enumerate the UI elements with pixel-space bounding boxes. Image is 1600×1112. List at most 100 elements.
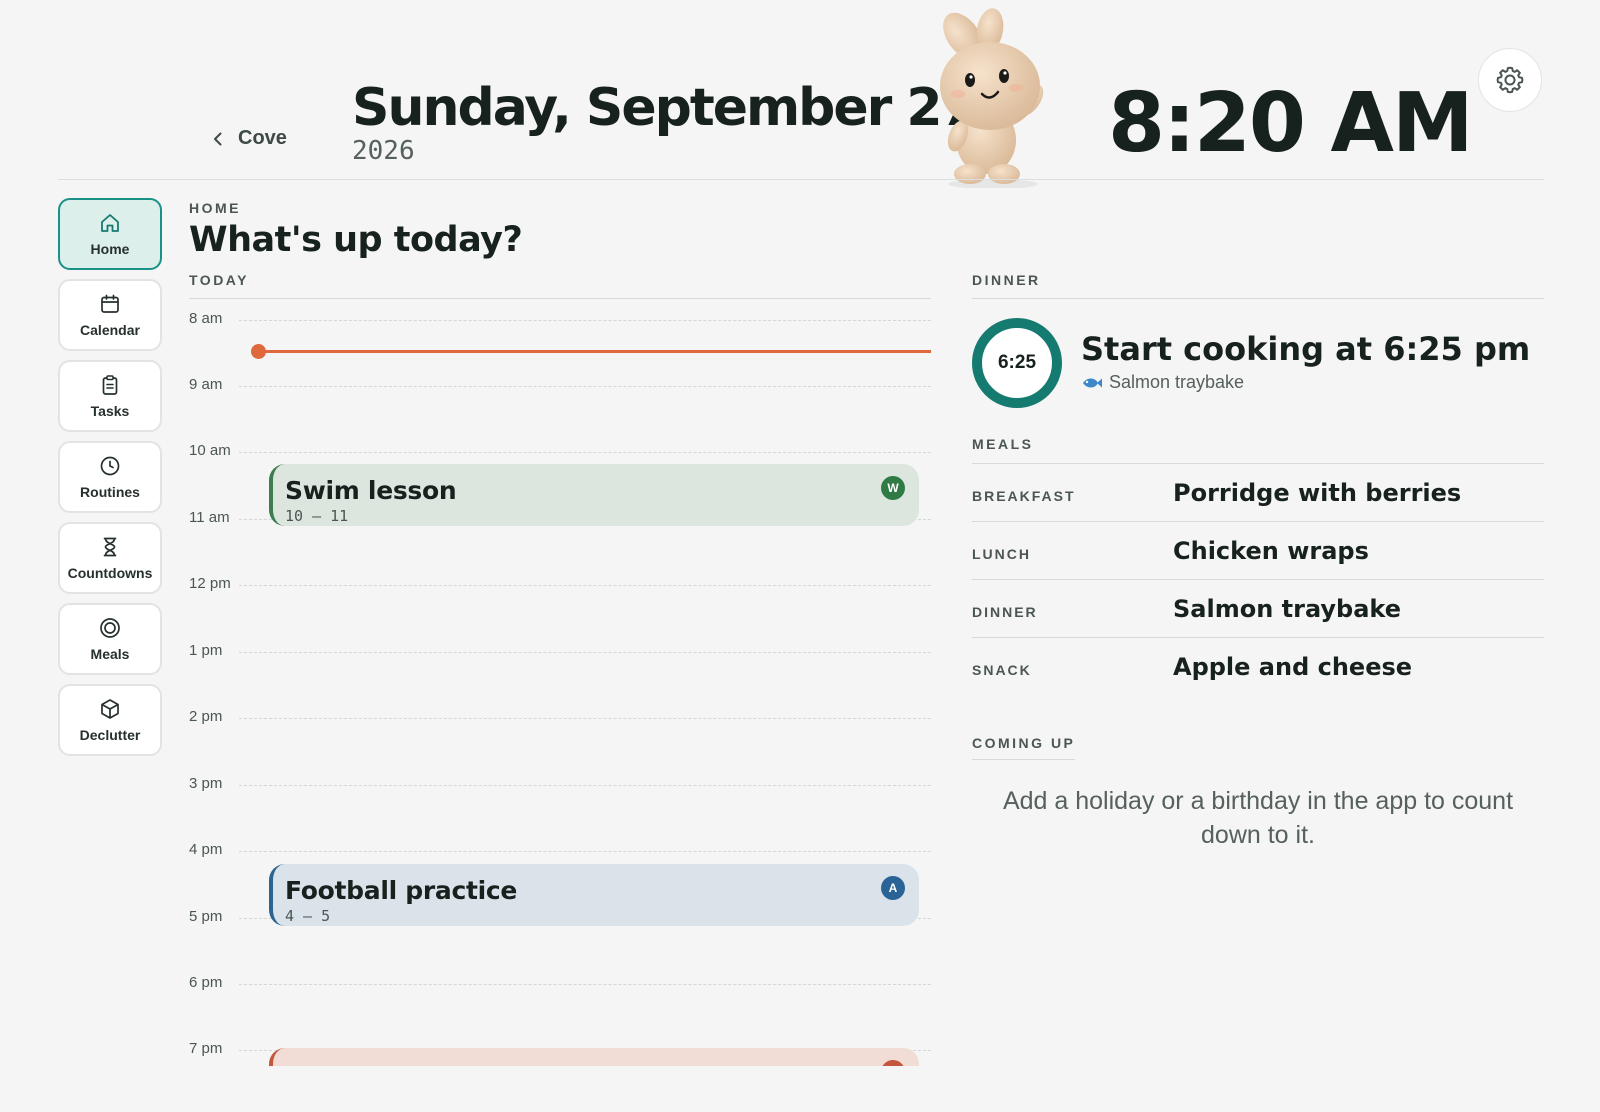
current-time-dot bbox=[251, 344, 266, 359]
hour-gridline bbox=[239, 652, 931, 653]
event-title: Swim lesson bbox=[285, 476, 457, 505]
sidebar-item-countdowns[interactable]: Countdowns bbox=[58, 522, 162, 594]
box-icon bbox=[101, 699, 119, 719]
event-time: 4 – 5 bbox=[285, 907, 331, 925]
calendar-event-partial[interactable] bbox=[269, 1048, 919, 1066]
settings-button[interactable] bbox=[1478, 48, 1542, 112]
sidebar-item-calendar[interactable]: Calendar bbox=[58, 279, 162, 351]
clock-icon bbox=[100, 456, 120, 476]
sidebar-item-label: Tasks bbox=[90, 403, 130, 419]
bunny-mascot-illustration bbox=[940, 8, 1044, 188]
date-year: 2026 bbox=[352, 136, 415, 166]
dinner-label: DINNER bbox=[972, 272, 1041, 288]
hour-label: 9 am bbox=[189, 376, 223, 393]
back-label: Cove bbox=[238, 127, 287, 149]
hour-row: 10 am bbox=[189, 442, 931, 462]
today-label: TODAY bbox=[189, 272, 249, 288]
day-timeline[interactable]: 8 am 9 am 10 am 11 am 12 pm 1 pm 2 pm 3 … bbox=[189, 310, 931, 1066]
meals-list: BREAKFAST Porridge with berries LUNCH Ch… bbox=[972, 464, 1544, 696]
home-icon bbox=[101, 214, 119, 232]
hour-label: 1 pm bbox=[189, 642, 223, 659]
meal-type: SNACK bbox=[972, 662, 1032, 678]
calendar-icon bbox=[101, 294, 119, 313]
hour-label: 12 pm bbox=[189, 575, 231, 592]
hour-label: 11 am bbox=[189, 509, 230, 526]
sidebar-item-tasks[interactable]: Tasks bbox=[58, 360, 162, 432]
member-badge: A bbox=[881, 876, 905, 900]
sidebar-nav: Home Calendar Tasks Routines Countdowns … bbox=[58, 198, 162, 756]
hour-gridline bbox=[239, 785, 931, 786]
hour-label: 6 pm bbox=[189, 974, 223, 991]
hour-gridline bbox=[239, 320, 931, 321]
hour-label: 5 pm bbox=[189, 908, 223, 925]
gear-icon bbox=[1496, 66, 1524, 94]
dinner-dish-name: Salmon traybake bbox=[1109, 372, 1245, 392]
hour-label: 2 pm bbox=[189, 708, 223, 725]
meal-type: BREAKFAST bbox=[972, 487, 1076, 504]
meal-row[interactable]: DINNER Salmon traybake bbox=[972, 580, 1544, 638]
hour-gridline bbox=[239, 585, 931, 586]
meal-row[interactable]: SNACK Apple and cheese bbox=[972, 638, 1544, 696]
meal-name: Porridge with berries bbox=[1173, 478, 1462, 507]
member-badge bbox=[881, 1060, 905, 1066]
hour-row: 1 pm bbox=[189, 642, 931, 662]
hour-row: 8 am bbox=[189, 310, 931, 330]
hour-gridline bbox=[239, 984, 931, 985]
fish-icon bbox=[1083, 378, 1102, 387]
coming-up-label: COMING UP bbox=[972, 735, 1076, 760]
meal-name: Salmon traybake bbox=[1173, 594, 1402, 623]
hour-row: 9 am bbox=[189, 376, 931, 396]
hour-label: 4 pm bbox=[189, 841, 223, 858]
page-title: What's up today? bbox=[189, 220, 523, 260]
hour-gridline bbox=[239, 851, 931, 852]
meal-type: LUNCH bbox=[972, 545, 1031, 562]
hour-gridline bbox=[239, 718, 931, 719]
sidebar-item-meals[interactable]: Meals bbox=[58, 603, 162, 675]
sidebar-item-label: Routines bbox=[80, 484, 140, 500]
dinner-divider bbox=[972, 298, 1544, 299]
chevron-left-icon bbox=[214, 132, 222, 145]
hour-gridline bbox=[239, 386, 931, 387]
sidebar-item-home[interactable]: Home bbox=[58, 198, 162, 270]
coming-up-empty-message: Add a holiday or a birthday in the app t… bbox=[1002, 787, 1514, 849]
sidebar-item-label: Home bbox=[90, 241, 130, 257]
calendar-event[interactable]: Football practice 4 – 5 A bbox=[269, 864, 919, 926]
sidebar-item-label: Declutter bbox=[79, 727, 141, 743]
meals-label: MEALS bbox=[972, 436, 1034, 452]
sidebar-item-declutter[interactable]: Declutter bbox=[58, 684, 162, 756]
dinner-dish: Salmon traybake bbox=[1081, 372, 1244, 393]
event-title: Football practice bbox=[285, 876, 518, 905]
hour-row: 4 pm bbox=[189, 841, 931, 861]
sidebar-item-label: Meals bbox=[90, 646, 130, 662]
hour-row: 6 pm bbox=[189, 974, 931, 994]
hour-row: 2 pm bbox=[189, 708, 931, 728]
calendar-event[interactable]: Swim lesson 10 – 11 W bbox=[269, 464, 919, 526]
clipboard-icon bbox=[102, 375, 118, 395]
meal-name: Apple and cheese bbox=[1173, 653, 1413, 681]
back-link[interactable]: Cove bbox=[210, 127, 287, 150]
dinner-headline: Start cooking at 6:25 pm bbox=[1081, 330, 1531, 368]
today-divider bbox=[189, 298, 931, 299]
hourglass-icon bbox=[103, 537, 117, 557]
plate-icon bbox=[100, 618, 120, 638]
sidebar-item-routines[interactable]: Routines bbox=[58, 441, 162, 513]
meal-row[interactable]: LUNCH Chicken wraps bbox=[972, 522, 1544, 580]
meal-type: DINNER bbox=[972, 603, 1038, 620]
hour-label: 3 pm bbox=[189, 775, 223, 792]
sidebar-item-label: Countdowns bbox=[67, 565, 153, 581]
member-badge: W bbox=[881, 476, 905, 500]
date-title: Sunday, September 27 bbox=[352, 78, 977, 138]
meal-row[interactable]: BREAKFAST Porridge with berries bbox=[972, 464, 1544, 522]
dinner-countdown-ring: 6:25 bbox=[972, 318, 1062, 408]
hour-row: 12 pm bbox=[189, 575, 931, 595]
meal-name: Chicken wraps bbox=[1173, 536, 1369, 565]
event-time: 10 – 11 bbox=[285, 507, 349, 525]
clock: 8:20 AM bbox=[1108, 76, 1474, 171]
hour-gridline bbox=[239, 452, 931, 453]
sidebar-item-label: Calendar bbox=[80, 322, 140, 338]
hour-label: 10 am bbox=[189, 442, 231, 459]
section-eyebrow: HOME bbox=[189, 200, 241, 216]
hour-label: 8 am bbox=[189, 310, 223, 327]
hour-label: 7 pm bbox=[189, 1040, 223, 1057]
current-time-line bbox=[259, 350, 931, 353]
